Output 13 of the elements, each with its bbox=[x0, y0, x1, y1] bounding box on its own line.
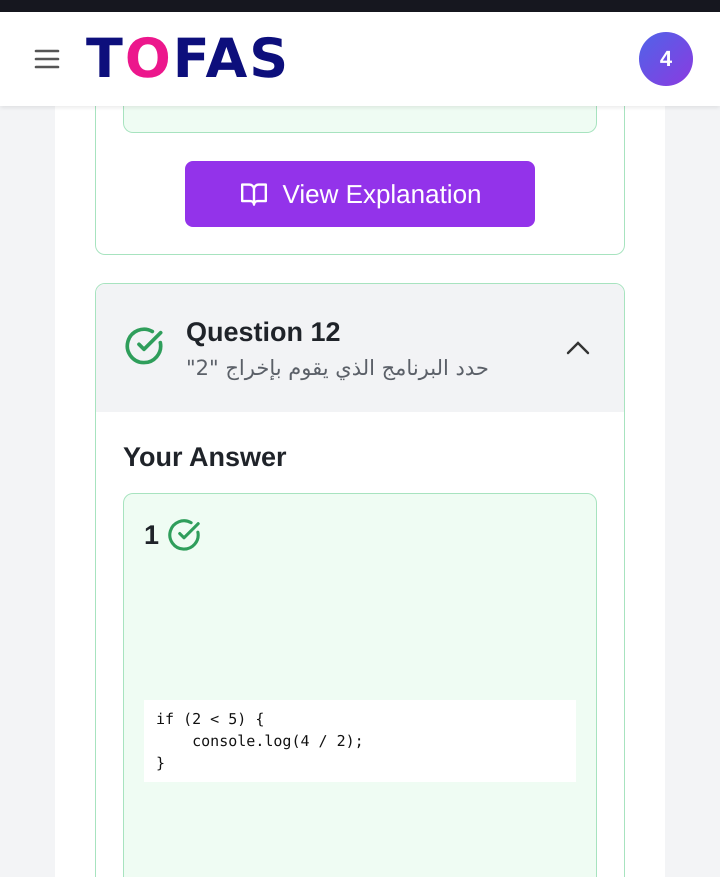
question-prompt: حدد البرنامج الذي يقوم بإخراج "2" bbox=[186, 356, 489, 380]
chevron-icon bbox=[566, 341, 590, 355]
logo[interactable]: TOFAS bbox=[86, 32, 639, 86]
view-explanation-button[interactable]: View Explanation bbox=[185, 161, 535, 227]
menu-icon[interactable] bbox=[34, 49, 60, 69]
section-heading: Your Answer bbox=[123, 442, 288, 473]
book-icon bbox=[238, 181, 268, 207]
code-block: if (2 < 5) { console.log(4 / 2); } bbox=[144, 700, 576, 782]
question-title: Question 12 bbox=[186, 316, 342, 348]
check-circle-icon bbox=[124, 326, 164, 366]
check-circle-icon bbox=[167, 518, 202, 552]
avatar[interactable]: 4 bbox=[639, 32, 693, 86]
answer-number: 1 bbox=[144, 520, 160, 550]
